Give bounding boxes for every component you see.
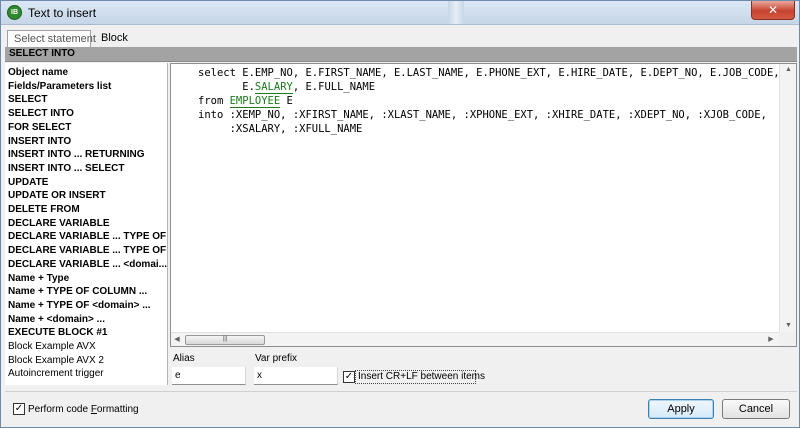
dialog-window: IB Text to insert ✕ Select statement Blo… [0,0,800,428]
list-item[interactable]: DECLARE VARIABLE ... TYPE OF ... [8,230,168,244]
var-prefix-input[interactable] [254,367,338,385]
cr-lf-label[interactable]: Insert CR+LF between items [358,371,485,382]
code-line-4: into :XEMP_NO, :XFIRST_NAME, :XLAST_NAME… [198,109,767,121]
code-line-2: E.SALARY, E.FULL_NAME [198,81,376,94]
bottom-divider [5,391,797,392]
code-area[interactable]: select E.EMP_NO, E.FIRST_NAME, E.LAST_NA… [171,64,779,334]
title-bar[interactable]: IB Text to insert ✕ [1,1,799,25]
list-item[interactable]: INSERT INTO [8,135,168,149]
code-text: , E.FULL_NAME [292,81,376,93]
vertical-scrollbar[interactable]: ▲ ▼ [779,64,796,334]
list-item[interactable]: Block Example AVX [8,340,168,354]
list-item[interactable]: Name + TYPE OF <domain> ... [8,299,168,313]
app-icon: IB [7,5,22,20]
list-item[interactable]: Fields/Parameters list [8,80,168,94]
template-list[interactable]: Object name Fields/Parameters list SELECT S… [5,63,168,385]
format-label-text: Perform code [28,404,91,415]
list-item[interactable]: DECLARE VARIABLE ... <domai... [8,258,168,272]
list-item[interactable]: DECLARE VARIABLE [8,217,168,231]
close-icon: ✕ [767,3,779,17]
list-item[interactable]: DELETE FROM [8,203,168,217]
list-item[interactable]: EXECUTE BLOCK #1 [8,326,168,340]
list-item[interactable]: SELECT INTO [8,107,168,121]
code-text: E. [198,81,255,93]
cr-lf-checkbox[interactable]: ✓ [343,371,355,383]
scroll-down-icon[interactable]: ▼ [780,322,797,329]
scroll-right-icon[interactable]: ▶ [765,335,777,343]
tab-block[interactable]: Block [95,30,141,48]
list-item[interactable]: UPDATE [8,176,168,190]
format-checkbox[interactable]: ✓ [13,403,25,415]
title-bar-divider [448,1,464,24]
code-line-1: select E.EMP_NO, E.FIRST_NAME, E.LAST_NA… [198,67,779,79]
window-title: Text to insert [28,6,97,20]
list-item[interactable]: SELECT [8,93,168,107]
scroll-left-icon[interactable]: ◀ [171,335,183,343]
list-item[interactable]: Object name [8,66,168,80]
code-identifier-employee[interactable]: EMPLOYEE [229,95,281,108]
list-item[interactable]: Name + Type [8,272,168,286]
list-item[interactable]: FOR SELECT [8,121,168,135]
list-item[interactable]: DECLARE VARIABLE ... TYPE OF ... [8,244,168,258]
horizontal-scroll-thumb[interactable]: ||| [185,335,265,345]
section-header: SELECT INTO [5,47,797,62]
format-label[interactable]: Perform code Formatting [28,404,139,415]
scrollbar-corner [779,332,796,346]
code-keyword-from: from [198,95,230,107]
list-item[interactable]: UPDATE OR INSERT [8,189,168,203]
code-line-3: from EMPLOYEE E [198,95,293,108]
list-item[interactable]: INSERT INTO ... RETURNING [8,148,168,162]
code-editor[interactable]: select E.EMP_NO, E.FIRST_NAME, E.LAST_NA… [170,63,797,347]
alias-label: Alias [173,353,195,364]
list-item[interactable]: INSERT INTO ... SELECT [8,162,168,176]
tab-select-statement[interactable]: Select statement [7,30,96,48]
code-line-5: :XSALARY, :XFULL_NAME [198,123,363,135]
code-text: E [280,95,293,107]
scroll-up-icon[interactable]: ▲ [780,66,797,73]
list-item[interactable]: Block Example AVX 2 [8,354,168,368]
close-button[interactable]: ✕ [751,1,795,20]
horizontal-scrollbar[interactable]: ◀ ||| ▶ [171,332,779,346]
list-item[interactable]: Name + TYPE OF COLUMN ... [8,285,168,299]
code-identifier-salary[interactable]: SALARY [254,81,293,94]
alias-input[interactable] [172,367,246,385]
cancel-button[interactable]: Cancel [722,399,790,419]
var-prefix-label: Var prefix [255,353,298,364]
list-item[interactable]: Name + <domain> ... [8,313,168,327]
format-label-text: ormatting [96,404,139,415]
apply-button[interactable]: Apply [648,399,714,419]
list-item[interactable]: Autoincrement trigger [8,367,168,381]
